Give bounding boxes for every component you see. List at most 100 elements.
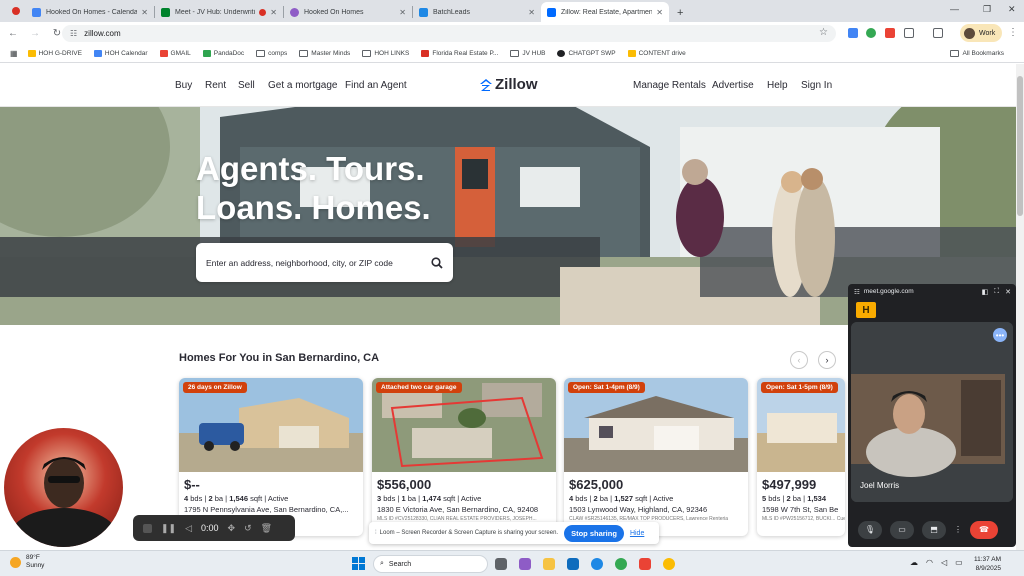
all-bookmarks-button[interactable]: All Bookmarks <box>950 50 1004 57</box>
tab-meet[interactable]: Meet - JV Hub: Underwriting ✕ <box>155 2 283 22</box>
back-icon[interactable]: ← <box>4 28 22 39</box>
extension-icon[interactable] <box>866 28 876 38</box>
pause-icon[interactable]: ❚❚ <box>161 523 176 534</box>
bookmark-star-icon[interactable]: ☆ <box>819 27 828 38</box>
site-info-icon[interactable]: ☷ <box>70 29 77 38</box>
clock[interactable]: 11:37 AM 8/9/2025 <box>974 555 1001 573</box>
close-icon[interactable]: ✕ <box>528 8 535 17</box>
close-icon[interactable]: ✕ <box>141 8 148 17</box>
nav-get-a-mortgage[interactable]: Get a mortgage <box>268 80 337 91</box>
listing-card[interactable]: Open: Sat 1-5pm (8/9) $497,999 5 bds | 2… <box>757 378 845 536</box>
more-vert-icon[interactable]: ⋮ <box>954 521 962 539</box>
chrome-menu-icon[interactable]: ⋮ <box>1008 27 1018 38</box>
outlook-icon[interactable] <box>567 558 579 570</box>
address-search-input[interactable]: Enter an address, neighborhood, city, or… <box>196 243 453 282</box>
end-call-button[interactable]: ☎ <box>970 520 998 539</box>
meet-url: meet.google.com <box>863 288 914 295</box>
draw-icon[interactable]: ✥ <box>228 523 236 534</box>
bookmark-item[interactable]: PandaDoc <box>202 49 244 57</box>
trash-icon[interactable]: 🗑 <box>261 523 272 534</box>
listing-photo[interactable]: Open: Sat 1-5pm (8/9) <box>757 378 845 472</box>
battery-icon[interactable]: ▭ <box>955 558 963 567</box>
minimize-icon[interactable]: — <box>950 4 959 14</box>
volume-icon[interactable]: ◁ <box>941 558 947 567</box>
bookmark-item[interactable]: GMAIL <box>159 49 191 57</box>
nav-advertise[interactable]: Advertise <box>712 80 754 91</box>
listing-card[interactable]: 26 days on Zillow $-- 4 bds | 2 ba | 1,5… <box>179 378 363 536</box>
listing-photo[interactable]: Attached two car garage <box>372 378 556 472</box>
extensions-puzzle-icon[interactable] <box>904 28 914 38</box>
tab-hooked-on-homes[interactable]: Hooked On Homes ✕ <box>284 2 412 22</box>
profile-button[interactable]: Work <box>960 24 1002 42</box>
close-icon[interactable]: ✕ <box>656 8 663 17</box>
scroll-thumb[interactable] <box>1017 76 1023 216</box>
zillow-logo[interactable]: Zillow <box>479 76 538 93</box>
back-to-tab-icon[interactable]: ◧ <box>982 288 989 296</box>
nav-find-an-agent[interactable]: Find an Agent <box>345 80 407 91</box>
microphone-icon[interactable]: 🎙 <box>858 520 882 539</box>
presenter-webcam[interactable] <box>4 428 123 547</box>
new-tab-button[interactable]: + <box>677 7 683 19</box>
close-window-icon[interactable]: ✕ <box>1008 4 1016 15</box>
close-icon[interactable]: ✕ <box>399 8 406 17</box>
participant-tile[interactable]: ••• Joel Morris <box>851 322 1013 502</box>
bookmark-item[interactable]: HOH Calendar <box>93 49 148 57</box>
nav-sign-in[interactable]: Sign In <box>801 80 832 91</box>
windows-start-icon[interactable] <box>352 557 365 570</box>
carousel-next-button[interactable]: › <box>818 351 836 369</box>
cloud-icon[interactable]: ☁ <box>910 558 918 567</box>
stop-recording-icon[interactable] <box>143 523 152 533</box>
close-icon[interactable]: ✕ <box>270 8 277 17</box>
tab-zillow[interactable]: Zillow: Real Estate, Apartments ✕ <box>541 2 669 22</box>
address-bar[interactable]: ☷ zillow.com ☆ <box>62 25 836 42</box>
bookmark-item[interactable]: CHATGPT SWP <box>557 49 616 57</box>
bookmark-folder[interactable]: Master Minds <box>299 49 350 57</box>
close-icon[interactable]: ✕ <box>1005 288 1011 296</box>
camera-icon[interactable]: ▭ <box>890 520 914 539</box>
copilot-icon[interactable] <box>519 558 531 570</box>
listing-card[interactable]: Attached two car garage $556,000 3 bds |… <box>372 378 556 536</box>
restart-icon[interactable]: ↺ <box>244 523 252 534</box>
mute-icon[interactable]: ◁ <box>185 523 192 534</box>
bookmark-item[interactable]: CONTENT drive <box>627 49 686 57</box>
taskbar-search[interactable]: ⌕ Search <box>373 555 488 573</box>
app-icon[interactable] <box>639 558 651 570</box>
tab-batchleads[interactable]: BatchLeads ✕ <box>413 2 541 22</box>
edge-icon[interactable] <box>591 558 603 570</box>
more-options-icon[interactable]: ••• <box>993 328 1007 342</box>
nav-sell[interactable]: Sell <box>238 80 255 91</box>
weather-widget[interactable]: 89°F Sunny <box>10 554 44 570</box>
nav-manage-rentals[interactable]: Manage Rentals <box>633 80 706 91</box>
page-scrollbar[interactable] <box>1016 64 1024 550</box>
apps-icon[interactable]: ▦ <box>10 49 18 58</box>
extension-icon[interactable] <box>848 28 858 38</box>
chrome-icon[interactable] <box>615 558 627 570</box>
bookmark-item[interactable]: Florida Real Estate P... <box>421 49 498 57</box>
nav-buy[interactable]: Buy <box>175 80 192 91</box>
task-view-icon[interactable] <box>495 558 507 570</box>
search-icon[interactable] <box>431 256 443 269</box>
bookmark-folder[interactable]: comps <box>256 49 287 57</box>
listing-photo[interactable]: 26 days on Zillow <box>179 378 363 472</box>
sidepanel-icon[interactable] <box>933 28 943 38</box>
bookmark-item[interactable]: HOH G-DRIVE <box>27 49 82 57</box>
nav-rent[interactable]: Rent <box>205 80 226 91</box>
expand-icon[interactable]: ⛶ <box>994 288 999 296</box>
listing-photo[interactable]: Open: Sat 1-4pm (8/9) <box>564 378 748 472</box>
bookmark-folder[interactable]: JV HUB <box>510 49 545 57</box>
drag-handle-icon[interactable]: ⁞ <box>375 530 377 536</box>
carousel-prev-button[interactable]: ‹ <box>790 351 808 369</box>
listing-card[interactable]: Open: Sat 1-4pm (8/9) $625,000 4 bds | 2… <box>564 378 748 536</box>
file-explorer-icon[interactable] <box>543 558 555 570</box>
tab-calendar[interactable]: Hooked On Homes - Calendar ✕ <box>26 2 154 22</box>
present-screen-icon[interactable]: ⬒ <box>922 520 946 539</box>
restore-icon[interactable]: ❐ <box>983 4 991 15</box>
chrome-profile-icon[interactable] <box>663 558 675 570</box>
extension-icon[interactable] <box>885 28 895 38</box>
bookmark-folder[interactable]: HOH LINKS <box>362 49 409 57</box>
stop-sharing-button[interactable]: Stop sharing <box>564 524 624 542</box>
nav-help[interactable]: Help <box>767 80 788 91</box>
forward-icon[interactable]: → <box>26 28 44 39</box>
wifi-icon[interactable]: ◠ <box>926 558 933 567</box>
hide-link[interactable]: Hide <box>630 530 644 537</box>
